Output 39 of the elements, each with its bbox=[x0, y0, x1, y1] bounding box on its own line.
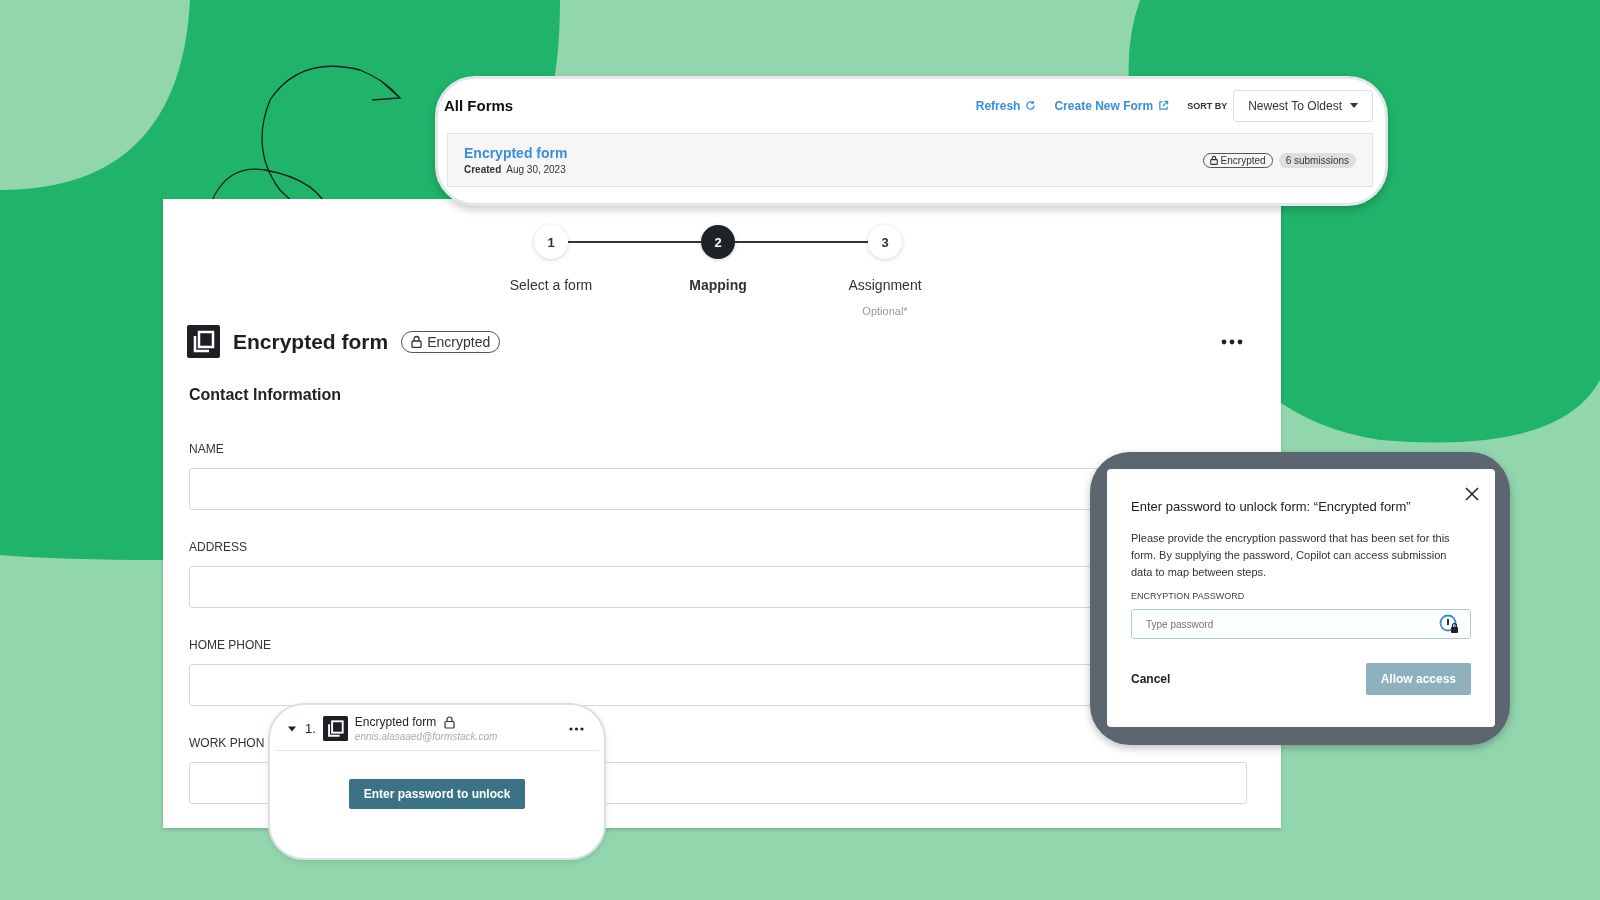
password-manager-icon bbox=[1439, 614, 1459, 634]
created-label: Created bbox=[464, 164, 502, 175]
step-label[interactable]: Mapping bbox=[689, 277, 747, 293]
step-circle[interactable]: 2 bbox=[701, 225, 735, 259]
card-title: All Forms bbox=[444, 97, 514, 114]
form-icon bbox=[322, 716, 348, 741]
close-icon[interactable] bbox=[1463, 485, 1481, 503]
lock-icon bbox=[1209, 155, 1218, 165]
step-circle[interactable]: 1 bbox=[534, 225, 568, 259]
item-number: 1. bbox=[305, 721, 316, 736]
form-icon bbox=[187, 325, 220, 358]
refresh-icon bbox=[1025, 100, 1037, 111]
step-label[interactable]: Select a form bbox=[509, 277, 593, 293]
section-title: Contact Information bbox=[189, 386, 342, 404]
step-note: Optional* bbox=[862, 305, 908, 317]
created-date: Aug 30, 2023 bbox=[506, 164, 566, 175]
unlock-button[interactable]: Enter password to unlock bbox=[348, 779, 526, 809]
lock-icon bbox=[444, 715, 456, 729]
step-label[interactable]: Assignment bbox=[848, 277, 922, 293]
submissions-count: 6 submissions bbox=[1278, 152, 1356, 168]
field-label: ADDRESS bbox=[189, 540, 247, 554]
owner-email: ennis.alasaaed@formstack.com bbox=[354, 731, 498, 742]
dialog-description: Please provide the encryption password that has been set for this form. By supplying the password, Copilot can access submission data to map between steps. bbox=[1131, 531, 1451, 580]
lock-icon bbox=[411, 335, 423, 348]
password-field[interactable]: Type password bbox=[1131, 609, 1471, 639]
external-link-icon bbox=[1158, 100, 1170, 111]
form-list-row[interactable]: Encrypted form Created Aug 30, 2023 Encrypted 6 submissions bbox=[447, 133, 1373, 187]
dialog-title: Enter password to unlock form: “Encrypted form” bbox=[1131, 499, 1411, 514]
cancel-button[interactable]: Cancel bbox=[1131, 672, 1171, 686]
step-circle[interactable]: 3 bbox=[868, 225, 902, 259]
form-name: Encrypted form bbox=[354, 715, 437, 729]
sort-dropdown[interactable]: Newest To Oldest bbox=[1233, 89, 1373, 122]
caret-icon bbox=[1350, 103, 1358, 108]
field-label: NAME bbox=[189, 442, 224, 456]
field-label: WORK PHON bbox=[189, 736, 265, 750]
sort-label: SORT BY bbox=[1187, 100, 1228, 111]
field-label: HOME PHONE bbox=[189, 638, 271, 652]
form-title: Encrypted form bbox=[233, 329, 389, 354]
field-label: ENCRYPTION PASSWORD bbox=[1131, 591, 1246, 601]
